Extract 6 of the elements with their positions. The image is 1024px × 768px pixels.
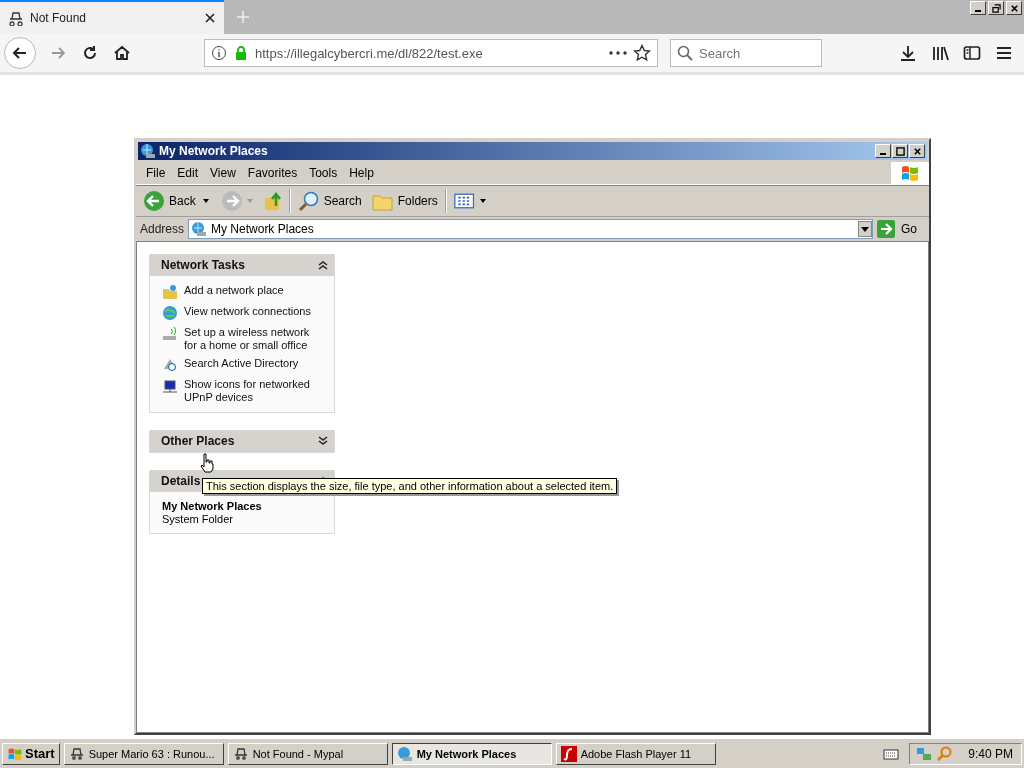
clock: 9:40 PM [968, 746, 1013, 761]
address-label: Address [140, 222, 185, 236]
item-name: My Network Places [162, 500, 263, 512]
tooltip: This section displays the size, file type, and other information about a selected item. [202, 478, 618, 494]
title-bar: My Network Places [138, 142, 927, 160]
item-type: System Folder [162, 513, 234, 525]
